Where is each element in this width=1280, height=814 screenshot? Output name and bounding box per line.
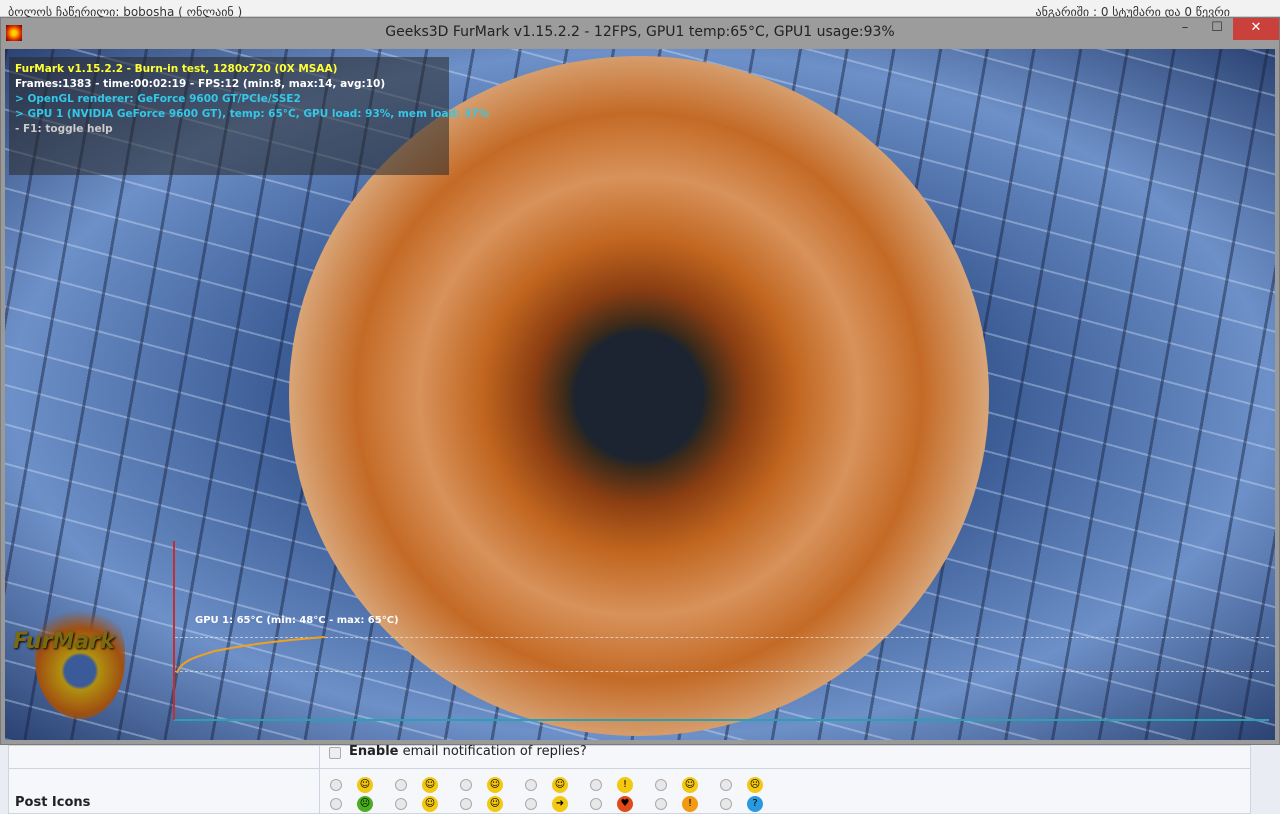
hud-gpu-info: > GPU 1 (NVIDIA GeForce 9600 GT), temp: … [15,108,489,120]
post-icon-emoticon[interactable]: ➜ [552,796,568,812]
close-button[interactable]: ✕ [1233,18,1279,40]
minimize-button[interactable]: – [1169,18,1201,40]
window-title: Geeks3D FurMark v1.15.2.2 - 12FPS, GPU1 … [385,24,895,40]
column-divider [319,746,320,813]
hud-frames: Frames:1383 - time:00:02:19 - FPS:12 (mi… [15,78,386,90]
post-icons-label: Post Icons [15,795,91,810]
email-notification-checkbox[interactable] [329,747,341,759]
post-icon-radio[interactable] [330,779,342,791]
hud-renderer: > OpenGL renderer: GeForce 9600 GT/PCIe/… [15,93,301,105]
post-icon-emoticon[interactable]: ☹ [357,796,373,812]
post-icon-radio[interactable] [590,798,602,810]
post-icon-radio[interactable] [720,798,732,810]
furmark-window[interactable]: Geeks3D FurMark v1.15.2.2 - 12FPS, GPU1 … [0,17,1280,745]
maximize-button[interactable]: ☐ [1201,18,1233,40]
post-icon-emoticon[interactable]: ! [617,777,633,793]
email-notification-label: Enable email notification of replies? [349,744,587,759]
temperature-curve [176,636,326,674]
post-icon-emoticon[interactable]: ☺ [487,796,503,812]
post-icon-emoticon[interactable]: ☺ [487,777,503,793]
hud-help-hint: - F1: toggle help [15,123,113,135]
post-icon-radio[interactable] [720,779,732,791]
post-icon-emoticon[interactable]: ☺ [422,796,438,812]
post-icon-emoticon[interactable]: ☺ [422,777,438,793]
post-icon-emoticon[interactable]: ! [682,796,698,812]
post-icon-radio[interactable] [655,779,667,791]
hud-title: FurMark v1.15.2.2 - Burn-in test, 1280x7… [15,63,338,75]
post-icon-radio[interactable] [395,779,407,791]
furmark-logo-text: FurMark [13,629,115,654]
post-icon-emoticon[interactable]: ♥ [617,796,633,812]
post-icon-radio[interactable] [395,798,407,810]
post-icon-radio[interactable] [525,779,537,791]
post-icon-radio[interactable] [525,798,537,810]
post-icon-emoticon[interactable]: ☺ [552,777,568,793]
post-icon-radio[interactable] [590,779,602,791]
post-icon-radio[interactable] [330,798,342,810]
hud-overlay: FurMark v1.15.2.2 - Burn-in test, 1280x7… [9,57,489,175]
post-icon-emoticon[interactable]: ☹ [747,777,763,793]
post-icon-radio[interactable] [655,798,667,810]
notification-row: Enable email notification of replies? [9,744,1250,769]
forum-reply-form: Enable email notification of replies? Po… [8,744,1251,814]
post-icon-emoticon[interactable]: ? [747,796,763,812]
render-viewport: FurMark v1.15.2.2 - Burn-in test, 1280x7… [5,49,1275,740]
background-forum-header: ბოლოს ჩაწერილი: bobosha ( ონლაინ ) ანგარ… [0,0,1280,19]
post-icon-emoticon[interactable]: ☺ [682,777,698,793]
temperature-graph: GPU 1: 65°C (min: 48°C - max: 65°C) [173,541,1269,721]
title-bar[interactable]: Geeks3D FurMark v1.15.2.2 - 12FPS, GPU1 … [1,18,1279,48]
post-icon-emoticon[interactable]: ☺ [357,777,373,793]
post-icon-radio[interactable] [460,798,472,810]
furmark-logo-icon [35,599,125,719]
post-icon-radio[interactable] [460,779,472,791]
